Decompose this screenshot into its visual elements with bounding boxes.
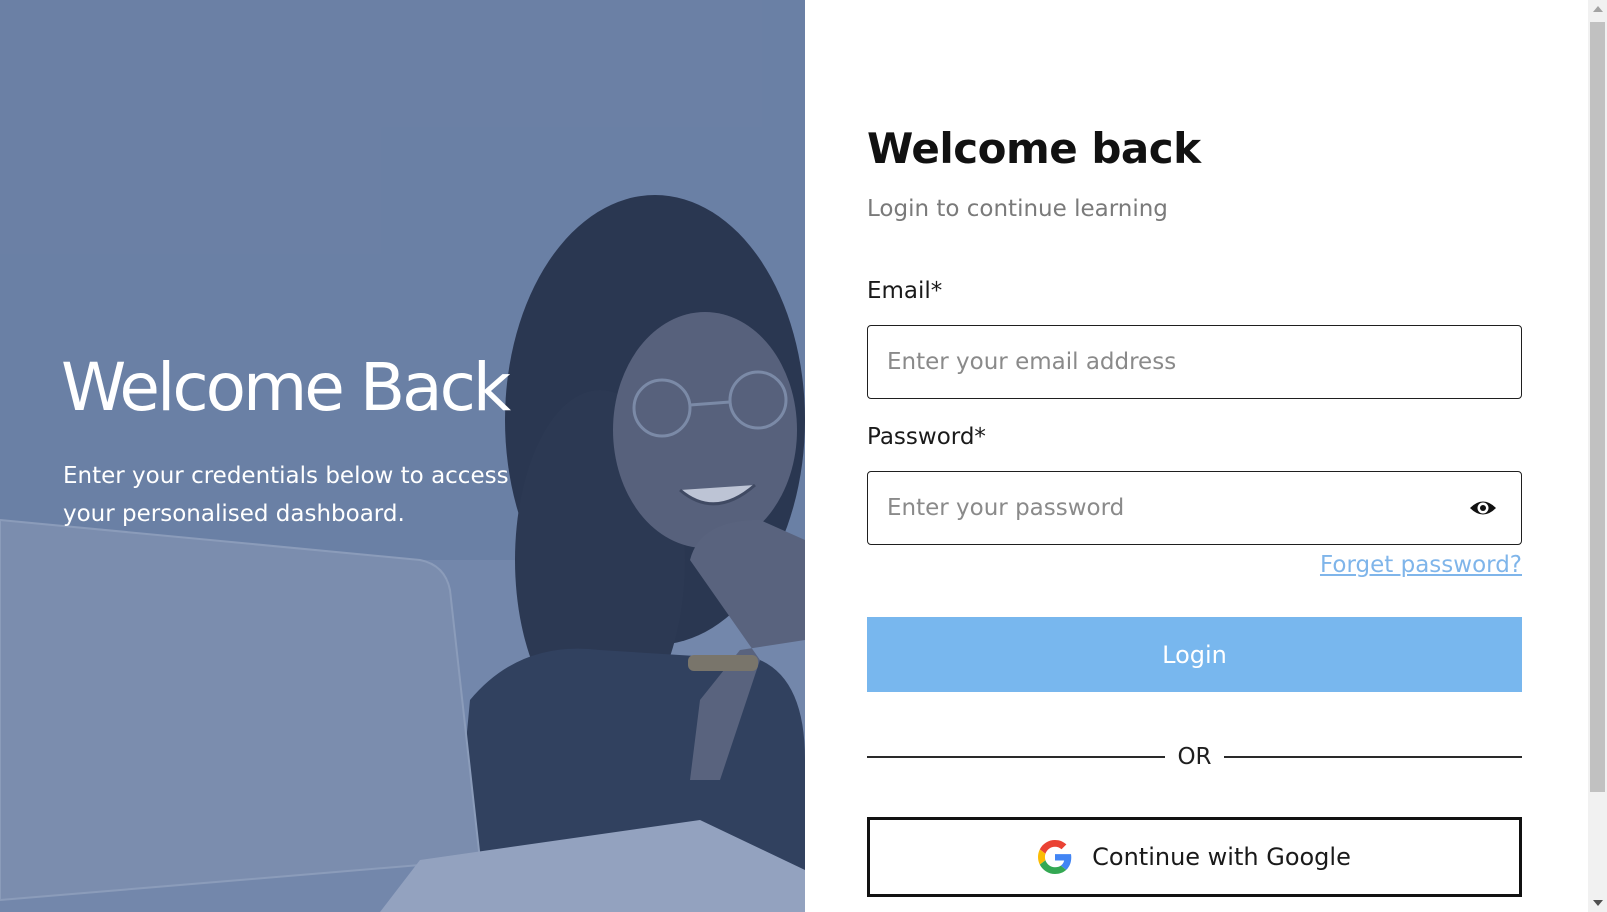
form-subtitle: Login to continue learning bbox=[867, 196, 1168, 222]
scroll-up-arrow-icon[interactable] bbox=[1593, 6, 1603, 12]
login-button[interactable]: Login bbox=[867, 617, 1522, 692]
google-icon bbox=[1038, 840, 1072, 874]
google-signin-button[interactable]: Continue with Google bbox=[867, 817, 1522, 897]
form-title: Welcome back bbox=[867, 124, 1201, 173]
email-input[interactable] bbox=[887, 326, 1447, 398]
google-button-label: Continue with Google bbox=[1092, 843, 1351, 871]
hero-description: Enter your credentials below to access y… bbox=[63, 463, 509, 527]
password-input[interactable] bbox=[887, 472, 1447, 544]
hero-title: Welcome Back bbox=[61, 349, 511, 426]
hero-panel: Welcome Back Enter your credentials belo… bbox=[0, 0, 805, 912]
email-field-box bbox=[867, 325, 1522, 399]
email-label: Email* bbox=[867, 278, 943, 304]
forgot-password-link[interactable]: Forget password? bbox=[1320, 552, 1522, 578]
password-label: Password* bbox=[867, 424, 986, 450]
login-form-panel: Welcome back Login to continue learning … bbox=[805, 0, 1588, 912]
login-page: Welcome Back Enter your credentials belo… bbox=[0, 0, 1607, 912]
scroll-thumb[interactable] bbox=[1590, 22, 1605, 792]
eye-icon[interactable] bbox=[1469, 497, 1497, 519]
hero-overlay bbox=[0, 0, 805, 912]
vertical-scrollbar[interactable] bbox=[1588, 0, 1607, 912]
scroll-down-arrow-icon[interactable] bbox=[1593, 900, 1603, 906]
divider-label: OR bbox=[1177, 744, 1212, 770]
password-field-box bbox=[867, 471, 1522, 545]
or-divider: OR bbox=[867, 742, 1522, 772]
